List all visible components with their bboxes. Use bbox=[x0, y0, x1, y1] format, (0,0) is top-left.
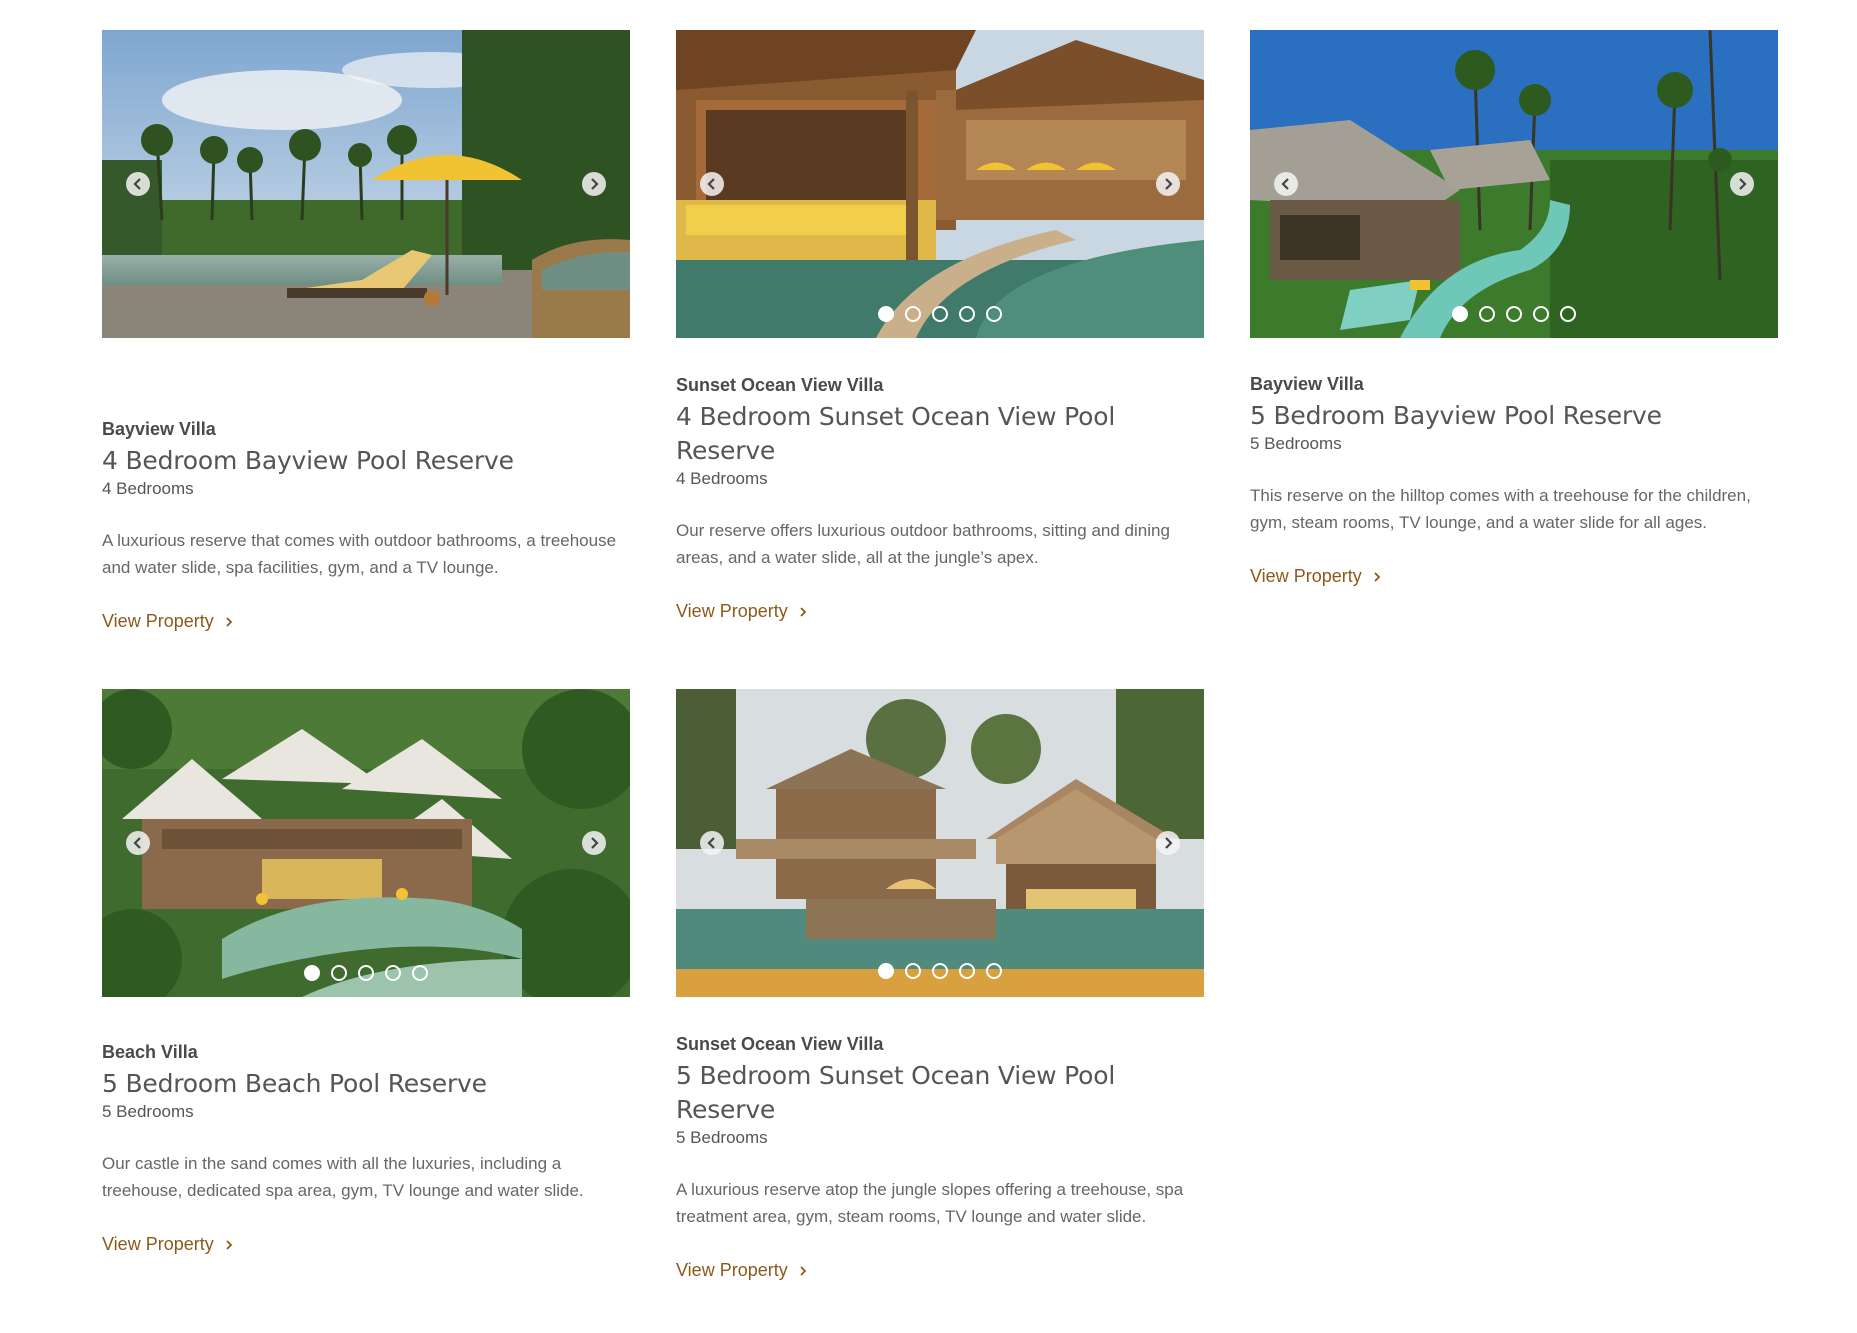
bedroom-count: 4 Bedrooms bbox=[102, 479, 194, 498]
property-details: Sunset Ocean View Villa 5 Bedroom Sunset… bbox=[676, 997, 1204, 1281]
villa-photo bbox=[676, 30, 1204, 338]
property-card: Bayview Villa 5 Bedroom Bayview Pool Res… bbox=[1250, 30, 1778, 587]
chevron-right-icon bbox=[1374, 571, 1380, 582]
villa-photo bbox=[102, 30, 630, 338]
chevron-left-icon bbox=[707, 178, 715, 190]
view-property-link[interactable]: View Property bbox=[676, 601, 808, 622]
carousel-dot[interactable] bbox=[1452, 306, 1468, 322]
property-card: Beach Villa 5 Bedroom Beach Pool Reserve… bbox=[102, 689, 630, 1255]
carousel-dots bbox=[1250, 306, 1778, 322]
carousel-next-button[interactable] bbox=[1156, 172, 1180, 196]
carousel-next-button[interactable] bbox=[1730, 172, 1754, 196]
property-details: Bayview Villa 5 Bedroom Bayview Pool Res… bbox=[1250, 338, 1778, 587]
carousel-dot[interactable] bbox=[959, 963, 975, 979]
villa-photo bbox=[676, 689, 1204, 997]
carousel-next-button[interactable] bbox=[582, 831, 606, 855]
bedroom-count: 5 Bedrooms bbox=[102, 1102, 194, 1121]
carousel-prev-button[interactable] bbox=[1274, 172, 1298, 196]
villa-photo bbox=[1250, 30, 1778, 338]
property-card: Bayview Villa 4 Bedroom Bayview Pool Res… bbox=[102, 30, 630, 632]
carousel-dot[interactable] bbox=[905, 963, 921, 979]
carousel-dot[interactable] bbox=[905, 306, 921, 322]
chevron-left-icon bbox=[707, 837, 715, 849]
view-property-label: View Property bbox=[1250, 566, 1362, 586]
property-image-carousel[interactable] bbox=[676, 689, 1204, 997]
property-card: Sunset Ocean View Villa 5 Bedroom Sunset… bbox=[676, 689, 1204, 1281]
property-details: Beach Villa 5 Bedroom Beach Pool Reserve… bbox=[102, 997, 630, 1255]
property-details: Bayview Villa 4 Bedroom Bayview Pool Res… bbox=[102, 338, 630, 632]
chevron-left-icon bbox=[133, 837, 141, 849]
property-category: Bayview Villa bbox=[1250, 374, 1364, 394]
carousel-dot[interactable] bbox=[986, 306, 1002, 322]
chevron-right-icon bbox=[1165, 837, 1173, 849]
property-title: 5 Bedroom Sunset Ocean View Pool Reserve bbox=[676, 1061, 1116, 1124]
carousel-dot[interactable] bbox=[358, 965, 374, 981]
property-image-carousel[interactable] bbox=[102, 30, 630, 338]
property-category: Bayview Villa bbox=[102, 419, 216, 439]
property-description: A luxurious reserve atop the jungle slop… bbox=[676, 1180, 1184, 1226]
carousel-dot[interactable] bbox=[331, 965, 347, 981]
chevron-right-icon bbox=[591, 178, 599, 190]
chevron-right-icon bbox=[800, 606, 806, 617]
property-image-carousel[interactable] bbox=[102, 689, 630, 997]
property-title: 5 Bedroom Beach Pool Reserve bbox=[102, 1069, 487, 1098]
carousel-dot[interactable] bbox=[932, 306, 948, 322]
carousel-next-button[interactable] bbox=[1156, 831, 1180, 855]
view-property-link[interactable]: View Property bbox=[102, 1234, 234, 1255]
property-description: A luxurious reserve that comes with outd… bbox=[102, 531, 617, 577]
bedroom-count: 5 Bedrooms bbox=[676, 1128, 768, 1147]
chevron-right-icon bbox=[226, 1239, 232, 1250]
property-category: Sunset Ocean View Villa bbox=[676, 375, 884, 395]
carousel-dot[interactable] bbox=[1560, 306, 1576, 322]
carousel-dots bbox=[102, 965, 630, 981]
chevron-left-icon bbox=[133, 178, 141, 190]
view-property-label: View Property bbox=[102, 611, 214, 631]
property-title: 5 Bedroom Bayview Pool Reserve bbox=[1250, 401, 1662, 430]
property-category: Sunset Ocean View Villa bbox=[676, 1034, 884, 1054]
carousel-prev-button[interactable] bbox=[126, 831, 150, 855]
view-property-label: View Property bbox=[676, 1260, 788, 1280]
carousel-dot[interactable] bbox=[1479, 306, 1495, 322]
carousel-dot[interactable] bbox=[304, 965, 320, 981]
carousel-prev-button[interactable] bbox=[700, 172, 724, 196]
chevron-right-icon bbox=[226, 616, 232, 627]
carousel-dot[interactable] bbox=[1533, 306, 1549, 322]
carousel-dots bbox=[676, 306, 1204, 322]
carousel-dot[interactable] bbox=[986, 963, 1002, 979]
chevron-right-icon bbox=[1739, 178, 1747, 190]
carousel-dot[interactable] bbox=[959, 306, 975, 322]
property-description: Our castle in the sand comes with all th… bbox=[102, 1154, 584, 1200]
chevron-left-icon bbox=[1281, 178, 1289, 190]
chevron-right-icon bbox=[591, 837, 599, 849]
property-title: 4 Bedroom Sunset Ocean View Pool Reserve bbox=[676, 402, 1116, 465]
view-property-link[interactable]: View Property bbox=[102, 611, 234, 632]
carousel-prev-button[interactable] bbox=[700, 831, 724, 855]
bedroom-count: 4 Bedrooms bbox=[676, 469, 768, 488]
view-property-link[interactable]: View Property bbox=[676, 1260, 808, 1281]
bedroom-count: 5 Bedrooms bbox=[1250, 434, 1342, 453]
carousel-next-button[interactable] bbox=[582, 172, 606, 196]
carousel-dot[interactable] bbox=[412, 965, 428, 981]
view-property-link[interactable]: View Property bbox=[1250, 566, 1382, 587]
property-details: Sunset Ocean View Villa 4 Bedroom Sunset… bbox=[676, 338, 1204, 622]
carousel-prev-button[interactable] bbox=[126, 172, 150, 196]
property-description: Our reserve offers luxurious outdoor bat… bbox=[676, 521, 1170, 567]
carousel-dot[interactable] bbox=[878, 306, 894, 322]
villa-photo bbox=[102, 689, 630, 997]
carousel-dot[interactable] bbox=[932, 963, 948, 979]
property-category: Beach Villa bbox=[102, 1042, 198, 1062]
view-property-label: View Property bbox=[102, 1234, 214, 1254]
carousel-dot[interactable] bbox=[1506, 306, 1522, 322]
carousel-dot[interactable] bbox=[385, 965, 401, 981]
view-property-label: View Property bbox=[676, 601, 788, 621]
property-title: 4 Bedroom Bayview Pool Reserve bbox=[102, 446, 514, 475]
property-description: This reserve on the hilltop comes with a… bbox=[1250, 486, 1751, 532]
property-image-carousel[interactable] bbox=[1250, 30, 1778, 338]
chevron-right-icon bbox=[800, 1265, 806, 1276]
carousel-dot[interactable] bbox=[878, 963, 894, 979]
chevron-right-icon bbox=[1165, 178, 1173, 190]
property-card: Sunset Ocean View Villa 4 Bedroom Sunset… bbox=[676, 30, 1204, 622]
property-image-carousel[interactable] bbox=[676, 30, 1204, 338]
carousel-dots bbox=[676, 963, 1204, 979]
